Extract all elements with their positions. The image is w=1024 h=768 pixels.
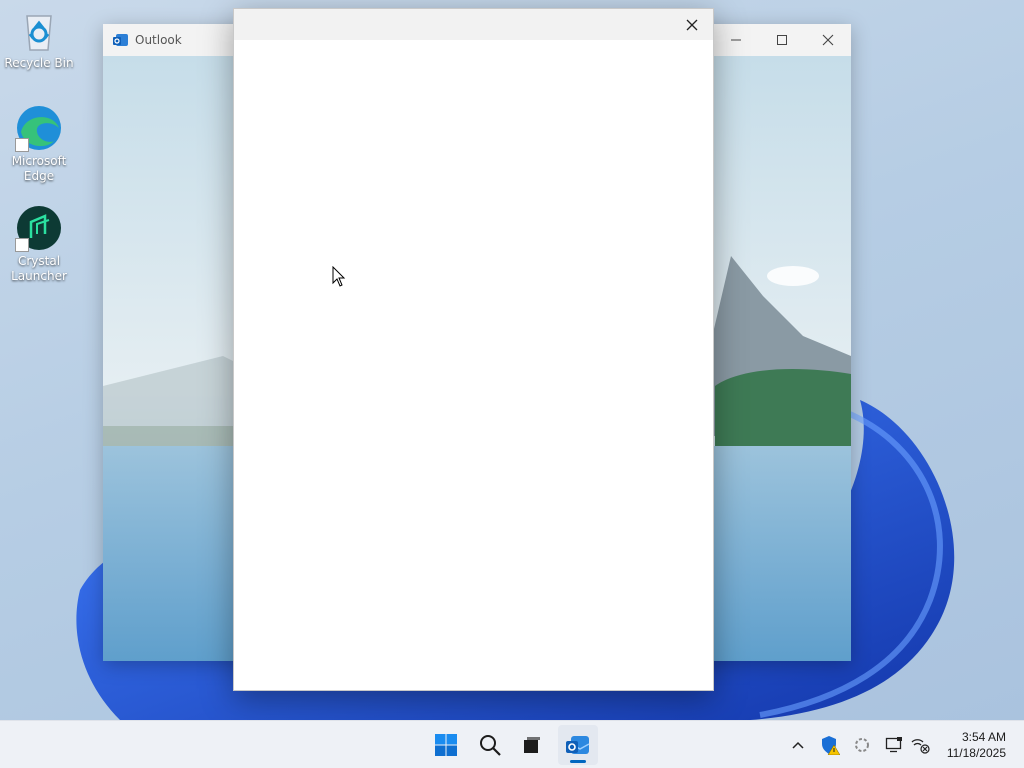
mouse-cursor-icon: [332, 266, 346, 287]
desktop-icon-label: Crystal Launcher: [11, 254, 67, 283]
outlook-icon: [566, 736, 590, 754]
start-icon: [435, 734, 457, 756]
taskbar-search-button[interactable]: [470, 725, 510, 765]
chevron-up-icon: [792, 741, 804, 749]
network-disconnected-icon: [911, 739, 930, 754]
close-button[interactable]: [805, 24, 851, 56]
desktop-icon-label: Microsoft Edge: [11, 154, 67, 183]
dialog-titlebar[interactable]: [234, 9, 713, 40]
close-icon: [822, 34, 834, 46]
taskbar-outlook-button[interactable]: [558, 725, 598, 765]
sync-tray-button[interactable]: [850, 733, 874, 757]
task-view-button[interactable]: [512, 725, 552, 765]
close-icon: [686, 19, 698, 31]
minimize-icon: [731, 39, 741, 41]
shortcut-arrow-icon: [15, 238, 29, 252]
dialog-content: [234, 40, 713, 690]
display-tray-button[interactable]: [882, 733, 906, 757]
display-icon: [885, 737, 902, 753]
dialog-close-button[interactable]: [681, 15, 703, 35]
blank-dialog: [233, 8, 714, 691]
active-indicator: [570, 760, 586, 763]
minimize-button[interactable]: [713, 24, 759, 56]
desktop-icon-label: Recycle Bin: [4, 56, 74, 70]
outlook-icon: [113, 34, 128, 46]
taskbar: 3:54 AM 11/18/2025: [0, 720, 1024, 768]
search-icon: [480, 735, 501, 756]
clock-date: 11/18/2025: [946, 746, 1006, 760]
task-view-icon: [524, 737, 540, 753]
shortcut-arrow-icon: [15, 138, 29, 152]
crystal-launcher-icon: [15, 204, 63, 252]
desktop-icon-recycle-bin[interactable]: Recycle Bin: [4, 6, 74, 71]
maximize-icon: [777, 35, 787, 45]
desktop-icon-microsoft-edge[interactable]: Microsoft Edge: [4, 104, 74, 184]
taskbar-clock[interactable]: 3:54 AM 11/18/2025: [947, 729, 1006, 761]
clock-time: 3:54 AM: [961, 730, 1006, 744]
sync-icon: [855, 738, 869, 752]
edge-icon: [15, 104, 63, 152]
maximize-button[interactable]: [759, 24, 805, 56]
desktop-icon-crystal-launcher[interactable]: Crystal Launcher: [4, 204, 74, 284]
network-tray-button[interactable]: [908, 733, 932, 757]
start-button[interactable]: [426, 725, 466, 765]
window-title: Outlook: [135, 33, 182, 47]
security-warning-icon: [822, 736, 840, 755]
show-hidden-icons-button[interactable]: [786, 733, 810, 757]
recycle-bin-icon: [15, 6, 63, 54]
security-tray-button[interactable]: [818, 733, 842, 757]
